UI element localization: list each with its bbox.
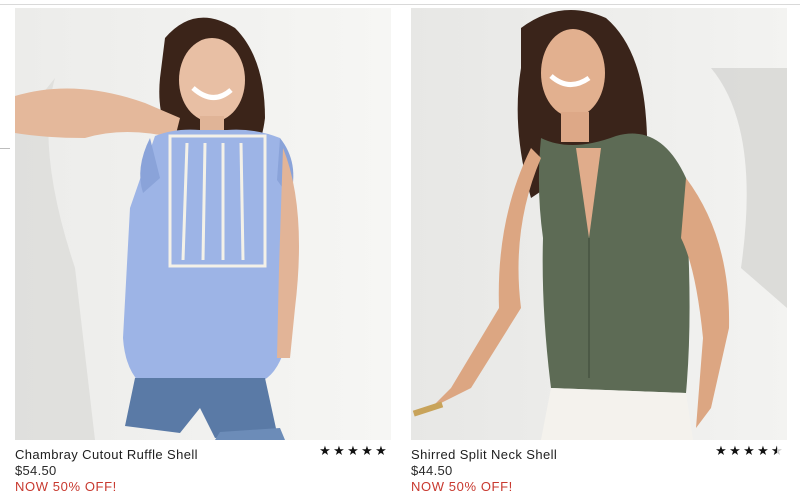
star-icon: ★	[319, 443, 331, 458]
left-edge-tick	[0, 148, 10, 149]
star-icon: ★	[375, 443, 387, 458]
product-name[interactable]: Shirred Split Neck Shell	[411, 447, 557, 462]
star-icon: ★	[715, 443, 727, 458]
star-rating: ★ ★ ★ ★ ★	[715, 443, 783, 459]
star-icon: ★	[361, 443, 373, 458]
product-price: $44.50	[411, 463, 453, 478]
product-photo-split-neck	[411, 8, 787, 440]
star-icon: ★	[729, 443, 741, 458]
product-image[interactable]	[411, 8, 787, 440]
star-icon: ★	[757, 443, 769, 458]
product-image[interactable]	[15, 8, 391, 440]
star-icon: ★	[347, 443, 359, 458]
product-promo: NOW 50% OFF!	[15, 479, 117, 494]
half-star-icon: ★	[771, 443, 783, 459]
product-price: $54.50	[15, 463, 57, 478]
star-rating: ★ ★ ★ ★ ★	[319, 443, 387, 459]
product-card-chambray[interactable]: Chambray Cutout Ruffle Shell $54.50 NOW …	[15, 8, 391, 494]
star-icon: ★	[333, 443, 345, 458]
product-promo: NOW 50% OFF!	[411, 479, 513, 494]
product-photo-chambray	[15, 8, 391, 440]
product-name[interactable]: Chambray Cutout Ruffle Shell	[15, 447, 198, 462]
product-card-split-neck[interactable]: Shirred Split Neck Shell $44.50 NOW 50% …	[411, 8, 787, 494]
star-icon: ★	[743, 443, 755, 458]
top-divider	[0, 4, 800, 5]
